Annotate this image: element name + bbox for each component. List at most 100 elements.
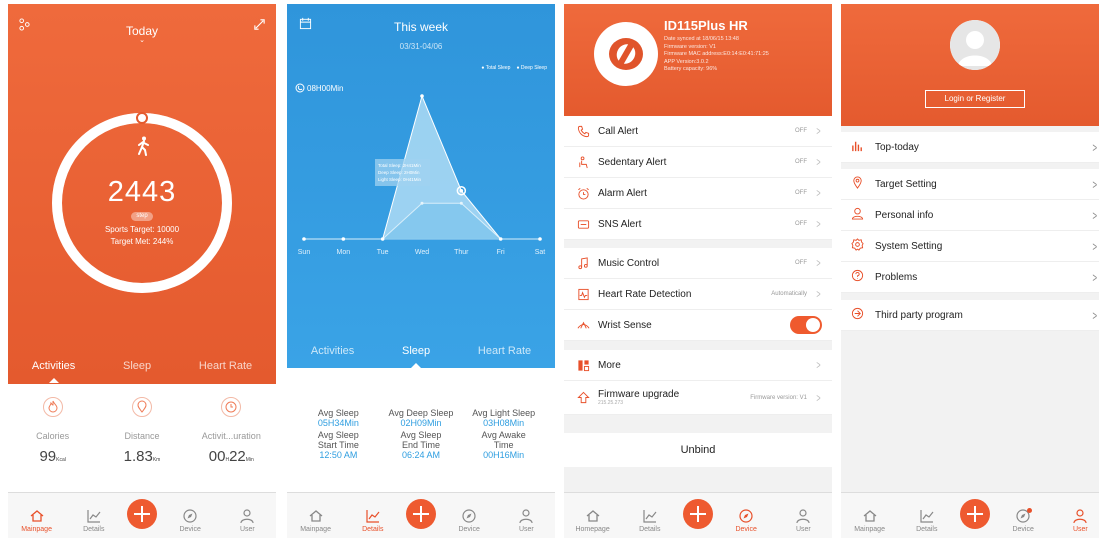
tab-device[interactable]: Device — [999, 508, 1047, 533]
music-control-row[interactable]: Music Control OFF > — [564, 248, 832, 279]
stat-awake-time: Avg Awake Time 00H16Min — [462, 430, 545, 460]
row-label: More — [598, 359, 621, 371]
x-tick-label: Fri — [497, 249, 506, 256]
personal-info-row[interactable]: Personal info > — [841, 200, 1099, 231]
tab-label: Details — [916, 526, 938, 533]
step-badge: step — [131, 212, 153, 221]
page-title: This week — [393, 20, 449, 34]
system-setting-row[interactable]: System Setting > — [841, 231, 1099, 262]
bottom-tab-bar: Homepage Details Device User — [564, 492, 832, 538]
chart-tooltip: Total Sleep: 2H41Min Deep Sleep: 2H0Min … — [375, 159, 430, 186]
row-label: Problems — [875, 271, 918, 283]
add-button[interactable] — [405, 499, 436, 529]
point-deep-sleep — [420, 201, 424, 205]
sedentary-alert-row[interactable]: Sedentary Alert OFF > — [564, 147, 832, 178]
third-party-row[interactable]: Third party program > — [841, 300, 1099, 331]
tab-device[interactable]: Device — [445, 508, 493, 533]
chevron-right-icon: > — [1092, 176, 1098, 192]
wrist-sense-toggle[interactable] — [790, 316, 822, 334]
chart-legend: ● Total Sleep ● Deep Sleep — [481, 65, 547, 71]
tab-details[interactable]: Details — [626, 508, 674, 533]
chevron-right-icon: > — [816, 217, 821, 231]
login-register-button[interactable]: Login or Register — [925, 90, 1025, 108]
add-button[interactable] — [126, 499, 157, 529]
clock-icon — [221, 397, 242, 417]
tab-heart-rate[interactable]: Heart Rate — [478, 345, 531, 357]
sns-alert-row[interactable]: SNS Alert OFF > — [564, 209, 832, 240]
login-label: Login or Register — [944, 94, 1006, 103]
row-label: Heart Rate Detection — [598, 288, 692, 300]
unbind-button[interactable]: Unbind — [564, 433, 832, 467]
row-label: Wrist Sense — [598, 319, 652, 331]
tab-device[interactable]: Device — [722, 508, 770, 533]
device-header: ID115Plus HR Date synced at 18/06/15 13:… — [564, 4, 832, 116]
tab-label: User — [795, 526, 811, 533]
firmware-upgrade-row[interactable]: Firmware upgrade 215.25.273 Firmware versi… — [564, 381, 832, 415]
music-icon — [574, 256, 592, 270]
stat-duration: Activit...uration 00H22Min — [191, 396, 271, 466]
tab-details[interactable]: Details — [70, 508, 118, 533]
add-button[interactable] — [959, 499, 990, 529]
row-label: Alarm Alert — [598, 187, 647, 199]
tab-user[interactable]: User — [502, 508, 550, 533]
tab-user[interactable]: User — [223, 508, 271, 533]
top-today-row[interactable]: Top-today > — [841, 132, 1099, 163]
call-alert-row[interactable]: Call Alert OFF > — [564, 116, 832, 147]
chevron-down-icon[interactable]: ⌄ — [8, 36, 276, 44]
tab-label: User — [239, 526, 255, 533]
chevron-right-icon: > — [1092, 238, 1098, 254]
tooltip-line: Light Sleep: 0H41Min — [378, 177, 422, 182]
link-icon[interactable] — [253, 18, 266, 31]
sports-target: Sports Target: 10000 — [104, 225, 180, 234]
row-label: Music Control — [598, 257, 660, 269]
alarm-alert-row[interactable]: Alarm Alert OFF > — [564, 178, 832, 209]
tab-sleep[interactable]: Sleep — [123, 360, 151, 372]
device-logo — [594, 22, 658, 86]
tab-details[interactable]: Details — [349, 508, 397, 533]
tab-user[interactable]: User — [1056, 508, 1099, 533]
tab-device[interactable]: Device — [166, 508, 214, 533]
target-icon — [851, 176, 869, 192]
stat-avg-light: Avg Light Sleep 03H08Min — [462, 408, 545, 428]
phone-icon — [574, 125, 592, 138]
user-header: Login or Register — [841, 4, 1099, 126]
chevron-right-icon: > — [816, 124, 821, 138]
add-button[interactable] — [682, 499, 713, 529]
more-icon — [574, 359, 592, 372]
tab-sleep[interactable]: Sleep — [402, 345, 430, 368]
row-value: OFF — [794, 159, 807, 165]
chevron-right-icon: > — [1092, 269, 1098, 285]
tab-mainpage[interactable]: Mainpage — [846, 508, 894, 533]
tab-activities[interactable]: Activities — [32, 360, 75, 383]
stat-avg-deep: Avg Deep Sleep 02H09Min — [380, 408, 463, 428]
settings-icon — [851, 238, 869, 254]
row-value: OFF — [794, 128, 807, 134]
tab-user[interactable]: User — [779, 508, 827, 533]
tab-mainpage[interactable]: Mainpage — [13, 508, 61, 533]
screen-details: This week 03/31-04/06 ● Total Sleep ● De… — [287, 4, 555, 538]
row-label: Top-today — [875, 141, 919, 153]
row-value: OFF — [794, 221, 807, 227]
home-icon — [30, 510, 44, 522]
heart-rate-row[interactable]: Heart Rate Detection Automatically > — [564, 279, 832, 310]
x-tick-label: Thur — [454, 249, 469, 256]
wrist-sense-row: Wrist Sense — [564, 310, 832, 341]
target-setting-row[interactable]: Target Setting > — [841, 169, 1099, 200]
chevron-right-icon: > — [1092, 307, 1098, 323]
screen-user: Login or Register Top-today > Target Sett… — [841, 4, 1099, 538]
problems-row[interactable]: Problems > — [841, 262, 1099, 293]
more-row[interactable]: More > — [564, 350, 832, 381]
tab-mainpage[interactable]: Mainpage — [292, 508, 340, 533]
avatar[interactable] — [950, 20, 1000, 70]
tab-details[interactable]: Details — [903, 508, 951, 533]
stat-value-2: 22 — [229, 448, 246, 465]
tab-heart-rate[interactable]: Heart Rate — [199, 360, 252, 372]
date-range: 03/31-04/06 — [399, 42, 443, 51]
tab-activities[interactable]: Activities — [311, 345, 354, 357]
legend-deep-sleep: ● Deep Sleep — [516, 65, 547, 71]
stat-label: Distance — [124, 431, 160, 441]
tab-homepage[interactable]: Homepage — [569, 508, 617, 533]
sns-icon — [574, 218, 592, 231]
device-info: Date synced at 18/06/15 13:48 Firmware v… — [664, 36, 769, 74]
tab-label: Device — [458, 526, 480, 533]
